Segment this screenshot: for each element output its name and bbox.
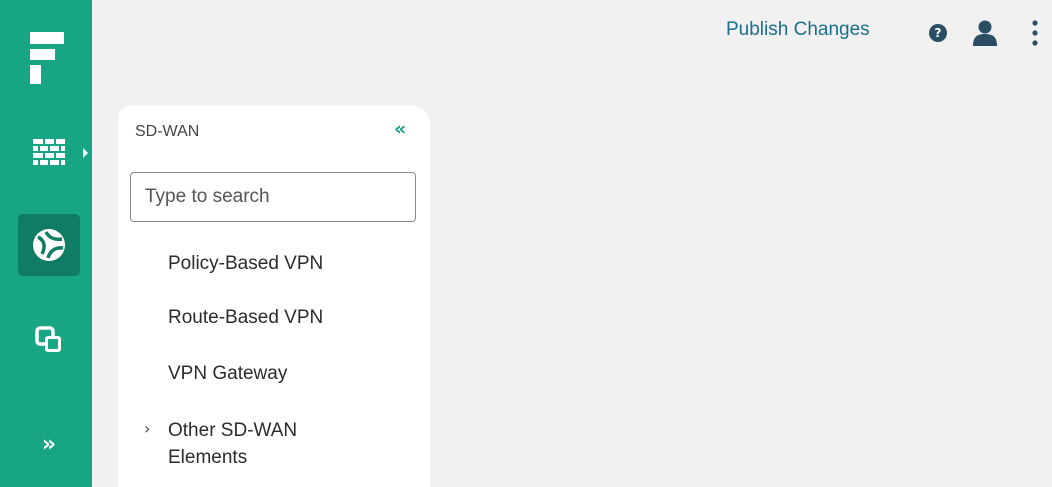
firewall-icon bbox=[33, 139, 65, 165]
expand-rail-button[interactable]: » bbox=[18, 414, 80, 474]
publish-changes-link[interactable]: Publish Changes bbox=[726, 19, 870, 41]
chevron-right-icon: › bbox=[144, 419, 151, 438]
copy-icon bbox=[35, 326, 61, 352]
user-icon[interactable] bbox=[972, 20, 998, 46]
collapse-panel-button[interactable]: « bbox=[394, 118, 406, 140]
sdwan-navigation-panel: SD-WAN « Policy-Based VPN Route-Based VP… bbox=[118, 106, 430, 487]
help-icon[interactable]: ? bbox=[929, 24, 947, 42]
nav-item-vpn-gateway[interactable]: VPN Gateway bbox=[168, 361, 287, 387]
rail-item-firewall[interactable] bbox=[18, 121, 80, 183]
left-navigation-rail: » bbox=[0, 0, 92, 487]
nav-item-route-based-vpn[interactable]: Route-Based VPN bbox=[168, 305, 323, 331]
rail-item-elements[interactable] bbox=[18, 309, 80, 371]
forcepoint-logo-icon[interactable] bbox=[30, 32, 64, 84]
globe-icon bbox=[33, 229, 65, 261]
nav-group-label: Other SD-WAN Elements bbox=[168, 420, 298, 468]
search-input[interactable] bbox=[130, 172, 416, 222]
rail-item-sdwan[interactable] bbox=[18, 214, 80, 276]
nav-item-policy-based-vpn[interactable]: Policy-Based VPN bbox=[168, 251, 323, 277]
panel-title: SD-WAN bbox=[135, 123, 200, 140]
app-window: » Publish Changes ? SD-WAN « Policy-Base… bbox=[0, 0, 1052, 487]
submenu-arrow-icon bbox=[83, 148, 88, 158]
more-vertical-icon[interactable] bbox=[1029, 18, 1041, 48]
